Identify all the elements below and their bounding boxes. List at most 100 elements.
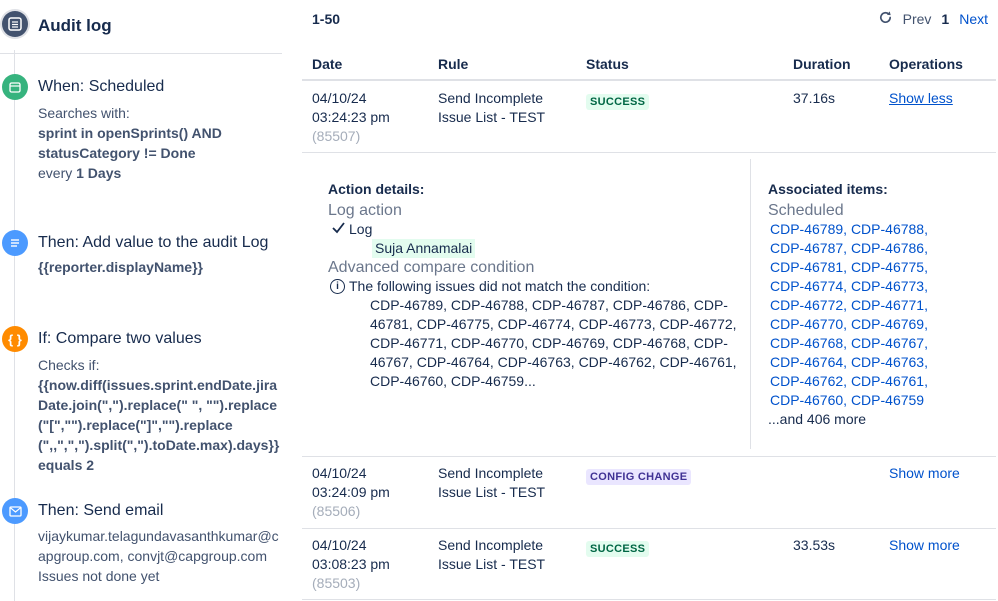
calendar-icon bbox=[2, 74, 28, 100]
operation-link-text[interactable]: Show more bbox=[889, 537, 960, 553]
associated-issue-row: CDP-46768, CDP-46767, bbox=[770, 334, 993, 353]
row-execution-id: (85507) bbox=[312, 128, 361, 144]
duration-cell: 37.16s bbox=[793, 90, 836, 106]
associated-issue-link[interactable]: CDP-46775, bbox=[851, 259, 928, 275]
status-badge: SUCCESS bbox=[586, 541, 650, 557]
step-label: Checks if: bbox=[38, 357, 100, 373]
associated-issue-link[interactable]: CDP-46767, bbox=[851, 335, 928, 351]
associated-issue-row: CDP-46770, CDP-46769, bbox=[770, 315, 993, 334]
step-details: Searches with: sprint in openSprints() A… bbox=[38, 103, 283, 183]
next-page-button[interactable]: Next bbox=[959, 11, 988, 27]
rule-cell: Send Incomplete Issue List - TEST bbox=[438, 536, 545, 574]
associated-issue-link[interactable]: CDP-46763, bbox=[851, 354, 928, 370]
associated-issue-link[interactable]: CDP-46774, bbox=[770, 278, 847, 294]
step-label: Searches with: bbox=[38, 105, 130, 121]
rule-name-line: Issue List - TEST bbox=[438, 484, 546, 500]
table-row: 04/10/24 03:08:23 pm (85503) Send Incomp… bbox=[302, 529, 996, 600]
associated-issue-link[interactable]: CDP-46772, bbox=[770, 297, 847, 313]
rule-cell: Send Incomplete Issue List - TEST bbox=[438, 89, 545, 127]
unmatched-issues: CDP-46789, CDP-46788, CDP-46787, CDP-467… bbox=[370, 297, 737, 389]
checkmark-icon bbox=[332, 220, 345, 239]
step-title: When: Scheduled bbox=[38, 78, 165, 95]
associated-items-source: Scheduled bbox=[768, 202, 844, 219]
results-range: 1-50 bbox=[312, 11, 341, 27]
associated-items-heading: Associated items: bbox=[768, 181, 888, 197]
associated-issue-link[interactable]: CDP-46762, bbox=[770, 373, 847, 389]
associated-issue-link[interactable]: CDP-46769, bbox=[851, 316, 928, 332]
jql-line: sprint in openSprints() AND bbox=[38, 125, 222, 141]
associated-issue-row: CDP-46762, CDP-46761, bbox=[770, 372, 993, 391]
jql-line: statusCategory != Done bbox=[38, 145, 196, 161]
execution-details-panel: Action details: Log action Log Suja Anna… bbox=[302, 153, 996, 457]
associated-issue-row: CDP-46774, CDP-46773, bbox=[770, 277, 993, 296]
duration-cell: 33.53s bbox=[793, 537, 836, 553]
audit-log-title: Audit log bbox=[38, 16, 112, 35]
show-more-link[interactable]: Show more bbox=[889, 464, 960, 483]
rule-name-line: Issue List - TEST bbox=[438, 109, 546, 125]
associated-issue-link[interactable]: CDP-46773, bbox=[851, 278, 928, 294]
status-cell: CONFIG CHANGE bbox=[586, 466, 692, 485]
compare-heading: Advanced compare condition bbox=[328, 259, 535, 276]
rule-name-line: Send Incomplete bbox=[438, 465, 544, 481]
log-label: Log bbox=[349, 221, 373, 237]
status-badge: SUCCESS bbox=[586, 94, 650, 110]
associated-issue-link[interactable]: CDP-46760, bbox=[770, 392, 847, 408]
step-details: vijaykumar.telagundavasanthkumar@capgrou… bbox=[38, 526, 283, 586]
show-less-link[interactable]: Show less bbox=[889, 89, 953, 108]
row-date: 04/10/24 bbox=[312, 465, 367, 481]
row-date: 04/10/24 bbox=[312, 537, 367, 553]
row-date: 04/10/24 bbox=[312, 90, 367, 106]
associated-issue-link[interactable]: CDP-46788, bbox=[851, 221, 928, 237]
date-cell: 04/10/24 03:24:23 pm (85507) bbox=[312, 89, 390, 146]
compare-message: i The following issues did not match the… bbox=[328, 277, 738, 296]
associated-more: ...and 406 more bbox=[768, 411, 867, 427]
rule-name-line: Issue List - TEST bbox=[438, 556, 546, 572]
status-badge: CONFIG CHANGE bbox=[586, 469, 692, 485]
associated-issue-row: CDP-46764, CDP-46763, bbox=[770, 353, 993, 372]
associated-issue-link[interactable]: CDP-46770, bbox=[770, 316, 847, 332]
associated-issue-link[interactable]: CDP-46771, bbox=[851, 297, 928, 313]
associated-items: Associated items: Scheduled CDP-46789, C… bbox=[768, 180, 993, 429]
status-cell: SUCCESS bbox=[586, 91, 650, 110]
associated-issue-link[interactable]: CDP-46761, bbox=[851, 373, 928, 389]
frequency-prefix: every bbox=[38, 165, 73, 181]
column-header-status: Status bbox=[586, 56, 629, 72]
column-header-operations: Operations bbox=[889, 56, 963, 72]
table-header: Date Rule Status Duration Operations bbox=[302, 54, 996, 81]
step-title: Then: Add value to the audit Log bbox=[38, 234, 269, 251]
status-cell: SUCCESS bbox=[586, 538, 650, 557]
row-execution-id: (85506) bbox=[312, 503, 361, 519]
associated-issue-row: CDP-46789, CDP-46788, bbox=[770, 220, 993, 239]
associated-issue-link[interactable]: CDP-46781, bbox=[770, 259, 847, 275]
refresh-icon[interactable] bbox=[878, 10, 893, 28]
current-page: 1 bbox=[941, 11, 950, 27]
associated-issue-link[interactable]: CDP-46759 bbox=[851, 392, 924, 408]
operation-link-text[interactable]: Show less bbox=[889, 90, 953, 106]
email-subject: Issues not done yet bbox=[38, 568, 160, 584]
associated-issue-link[interactable]: CDP-46764, bbox=[770, 354, 847, 370]
associated-issue-link[interactable]: CDP-46786, bbox=[851, 240, 928, 256]
log-user-row: Suja Annamalai bbox=[328, 239, 738, 258]
associated-issue-row: CDP-46760, CDP-46759 bbox=[770, 391, 993, 410]
envelope-icon bbox=[2, 498, 28, 524]
row-time: 03:24:23 pm bbox=[312, 109, 390, 125]
table-row: 04/10/24 03:24:09 pm (85506) Send Incomp… bbox=[302, 457, 996, 529]
associated-issue-link[interactable]: CDP-46787, bbox=[770, 240, 847, 256]
pagination: Prev 1 Next bbox=[878, 10, 988, 28]
operation-link-text[interactable]: Show more bbox=[889, 465, 960, 481]
document-icon bbox=[2, 230, 28, 256]
list-icon bbox=[2, 11, 28, 37]
action-details: Action details: Log action Log Suja Anna… bbox=[328, 180, 738, 391]
associated-issue-link[interactable]: CDP-46789, bbox=[770, 221, 847, 237]
frequency-value: 1 Days bbox=[76, 165, 122, 181]
date-cell: 04/10/24 03:08:23 pm (85503) bbox=[312, 536, 390, 593]
associated-issue-row: CDP-46772, CDP-46771, bbox=[770, 296, 993, 315]
associated-issue-link[interactable]: CDP-46768, bbox=[770, 335, 847, 351]
log-user: Suja Annamalai bbox=[372, 239, 476, 258]
column-header-rule: Rule bbox=[438, 56, 469, 72]
compare-message-text: The following issues did not match the c… bbox=[349, 278, 651, 294]
column-header-duration: Duration bbox=[793, 56, 851, 72]
prev-page-button[interactable]: Prev bbox=[903, 11, 932, 27]
show-more-link[interactable]: Show more bbox=[889, 536, 960, 555]
email-recipients: vijaykumar.telagundavasanthkumar@capgrou… bbox=[38, 528, 279, 564]
